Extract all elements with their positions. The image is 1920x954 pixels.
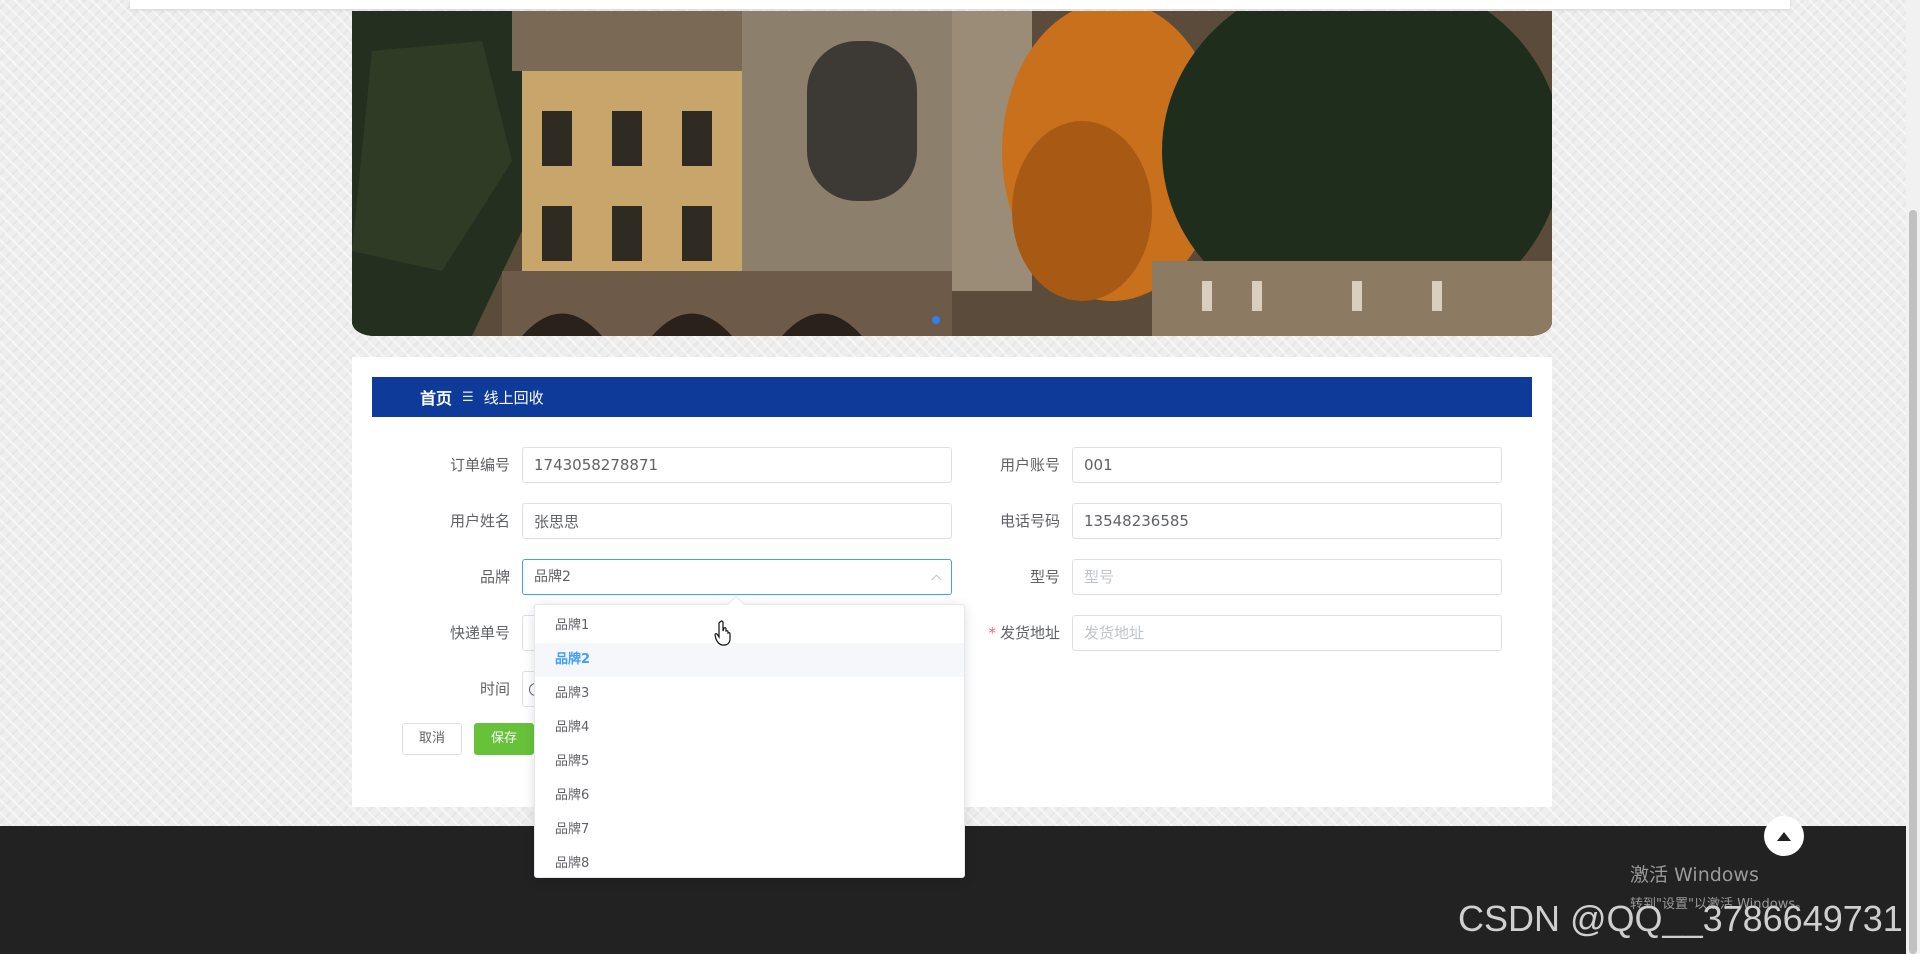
brand-option-5[interactable]: 品牌5 [535,745,964,779]
breadcrumb: 首页 ☰ 线上回收 [372,377,1532,417]
csdn-watermark: CSDN @QQ__3786649731 [1458,898,1903,939]
brand-option-4[interactable]: 品牌4 [535,711,964,745]
required-mark: * [988,624,996,642]
breadcrumb-home[interactable]: 首页 [420,385,452,409]
user-name-label: 用户姓名 [449,512,510,530]
banner-image [352,11,1552,336]
ship-address-input[interactable] [1072,615,1502,651]
tracking-no-label: 快递单号 [449,624,510,642]
user-account-label: 用户账号 [999,456,1060,474]
phone-label: 电话号码 [999,512,1060,530]
brand-option-6[interactable]: 品牌6 [535,779,964,813]
breadcrumb-current: 线上回收 [483,388,544,407]
time-label: 时间 [479,680,510,698]
model-label: 型号 [1029,568,1060,586]
brand-option-3[interactable]: 品牌3 [535,677,964,711]
user-name-input[interactable] [522,503,952,539]
brand-select[interactable]: 品牌2 [522,559,952,595]
activate-title: 激活 Windows [1630,864,1759,886]
model-input[interactable] [1072,559,1502,595]
ship-address-label-text: 发货地址 [999,624,1060,642]
brand-select-value: 品牌2 [534,569,571,585]
arrow-up-icon [1777,831,1791,841]
brand-dropdown-menu: 品牌1 品牌2 品牌3 品牌4 品牌5 品牌6 品牌7 品牌8 [534,604,965,878]
brand-option-2[interactable]: 品牌2 [535,643,964,677]
hand-cursor-icon [714,620,731,646]
top-nav-strip [130,0,1790,9]
breadcrumb-separator-icon: ☰ [462,389,474,405]
user-account-input[interactable] [1072,447,1502,483]
order-no-input[interactable] [522,447,952,483]
scrollbar-thumb[interactable] [1909,210,1917,954]
brand-label: 品牌 [479,568,510,586]
back-to-top-button[interactable] [1764,816,1804,856]
brand-option-7[interactable]: 品牌7 [535,813,964,847]
brand-option-1[interactable]: 品牌1 [535,609,964,643]
brand-option-8[interactable]: 品牌8 [535,847,964,877]
phone-input[interactable] [1072,503,1502,539]
cancel-button[interactable]: 取消 [402,723,462,755]
save-button[interactable]: 保存 [474,723,534,755]
carousel-indicator-dot[interactable] [932,316,940,324]
banner-carousel [352,11,1552,336]
order-no-label: 订单编号 [449,456,510,474]
